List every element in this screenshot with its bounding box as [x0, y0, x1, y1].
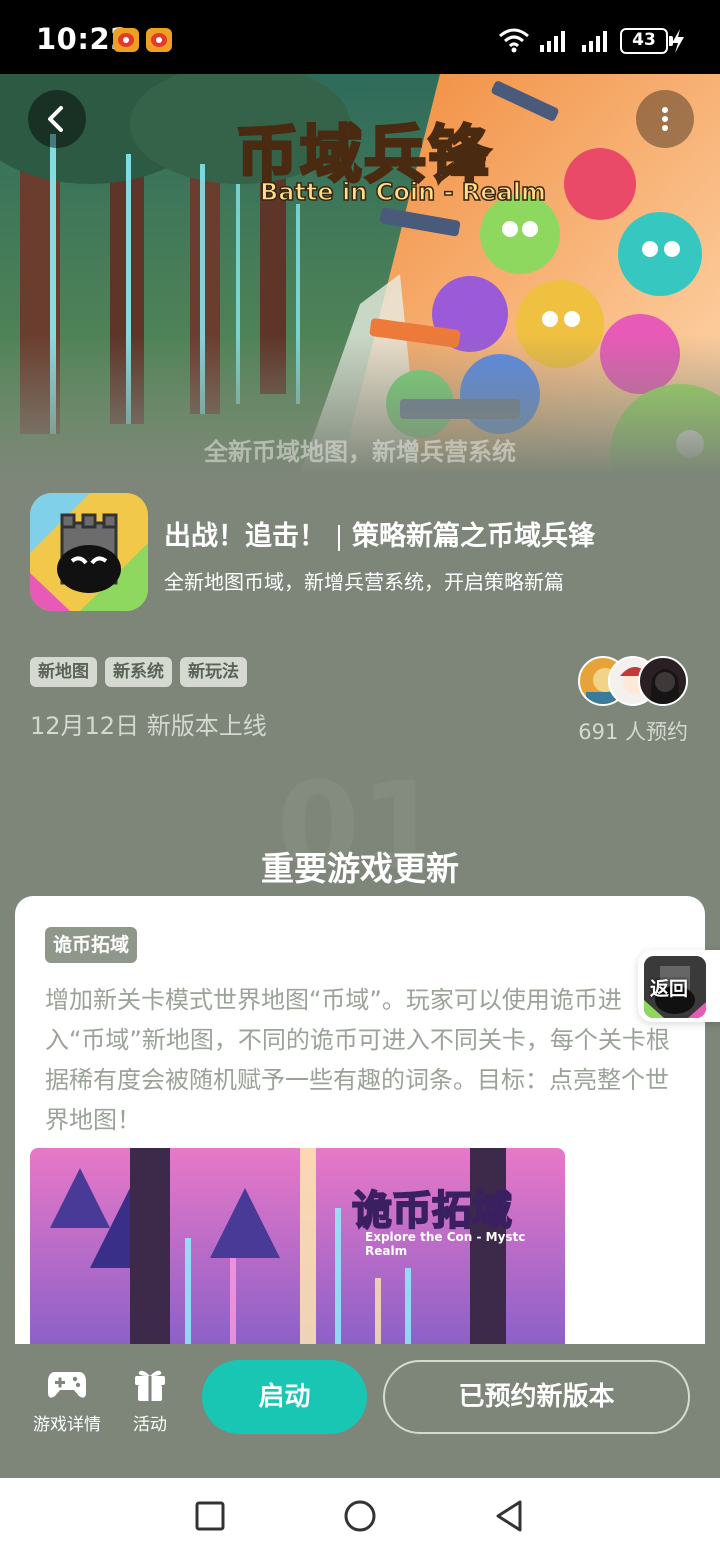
card-tag: 诡币拓域: [45, 927, 138, 963]
back-button[interactable]: [28, 90, 86, 148]
page: 10:22 43 币域兵锋 Batte in Coin - Realm 全新币域…: [0, 0, 720, 1554]
headline-left: 出战！追击！: [164, 521, 326, 552]
more-button[interactable]: [636, 90, 694, 148]
wifi-icon: [499, 28, 529, 53]
card-text: 增加新关卡模式世界地图“币域”。玩家可以使用诡币进入“币域”新地图，不同的诡币可…: [45, 986, 670, 1134]
headline-divider: [338, 524, 340, 551]
floating-return-button[interactable]: 返回: [638, 950, 720, 1022]
signal-icon: [582, 31, 607, 52]
gamepad-icon: [48, 1372, 86, 1398]
game-description: 全新地图币域，新增兵营系统，开启策略新篇: [164, 570, 564, 594]
update-card: 诡币拓域 增加新关卡模式世界地图“币域”。玩家可以使用诡币进入“币域”新地图，不…: [15, 896, 705, 1416]
charging-bolt-icon: [672, 29, 684, 53]
activity-label: 活动: [133, 1415, 167, 1435]
bottom-action-bar: 游戏详情 活动 启动 已预约新版本: [0, 1344, 720, 1478]
reserver-avatars: [578, 656, 688, 708]
release-date: 12月12日 新版本上线: [30, 712, 267, 740]
banner-subtitle: Batte in Coin - Realm: [259, 177, 547, 207]
update-image-subtitle: Explore the Con - Mystc Realm: [365, 1230, 526, 1258]
reserved-new-version-button[interactable]: 已预约新版本: [383, 1360, 690, 1434]
more-vertical-icon: [662, 107, 668, 131]
weibo-notification-icon: [146, 28, 172, 52]
game-details-button[interactable]: 游戏详情: [27, 1366, 107, 1435]
section-title: 重要游戏更新: [261, 849, 459, 888]
banner-caption: 全新币域地图，新增兵营系统: [204, 438, 516, 466]
signal-icon: [540, 31, 565, 52]
game-banner: 币域兵锋 Batte in Coin - Realm 全新币域地图，新增兵营系统: [0, 74, 720, 474]
game-icon[interactable]: [30, 493, 148, 611]
weibo-notification-icon: [113, 28, 139, 52]
update-image-title: 诡币拓域: [351, 1187, 513, 1235]
floating-return-label: 返回: [650, 978, 689, 1000]
battery-icon: 43: [620, 28, 673, 54]
status-bar: 10:22 43: [0, 0, 720, 74]
gift-icon: [135, 1370, 165, 1401]
headline-right: 策略新篇之币域兵锋: [352, 521, 595, 552]
tag: 新系统: [105, 657, 172, 687]
activity-button[interactable]: 活动: [110, 1366, 190, 1435]
square-recents-icon[interactable]: [192, 1498, 228, 1534]
reserve-count: 691 人预约: [578, 720, 688, 744]
system-nav-bar: [0, 1478, 720, 1554]
tag: 新地图: [30, 657, 97, 687]
launch-button[interactable]: 启动: [202, 1360, 367, 1434]
chevron-left-icon: [48, 106, 63, 132]
game-details-label: 游戏详情: [33, 1415, 101, 1435]
tag: 新玩法: [180, 657, 247, 687]
tag-list: 新地图 新系统 新玩法: [30, 657, 247, 687]
game-headline: 出战！追击！ 策略新篇之币域兵锋: [164, 514, 595, 553]
game-logo-image: [30, 493, 148, 611]
avatar: [638, 656, 688, 706]
triangle-back-icon[interactable]: [492, 1498, 528, 1534]
circle-home-icon[interactable]: [342, 1498, 378, 1534]
